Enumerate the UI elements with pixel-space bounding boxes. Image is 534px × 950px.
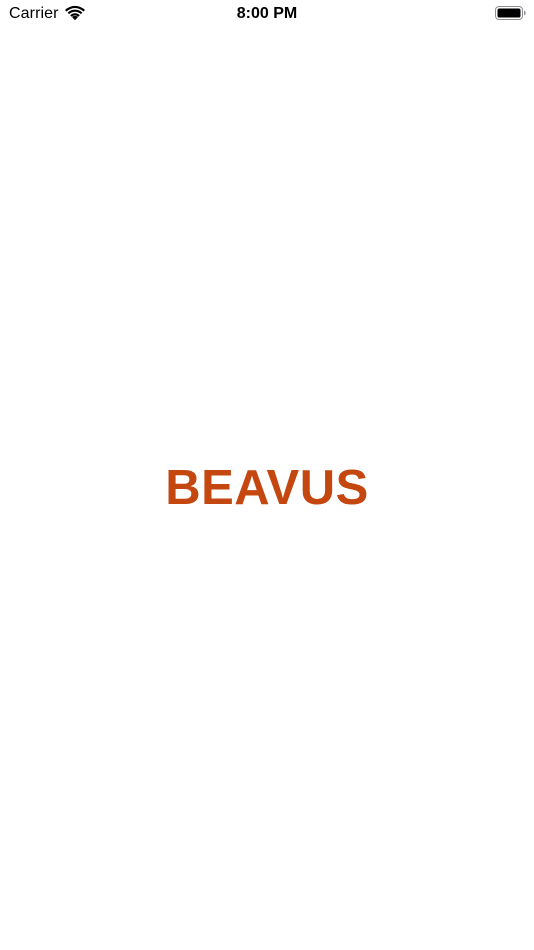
brand-logo-text: BEAVUS	[165, 461, 369, 515]
splash-screen: Carrier 8:00 PM BEAVUS	[0, 0, 534, 950]
status-time: 8:00 PM	[236, 5, 298, 22]
battery-icon	[495, 6, 526, 20]
status-bar: Carrier 8:00 PM	[0, 0, 534, 28]
